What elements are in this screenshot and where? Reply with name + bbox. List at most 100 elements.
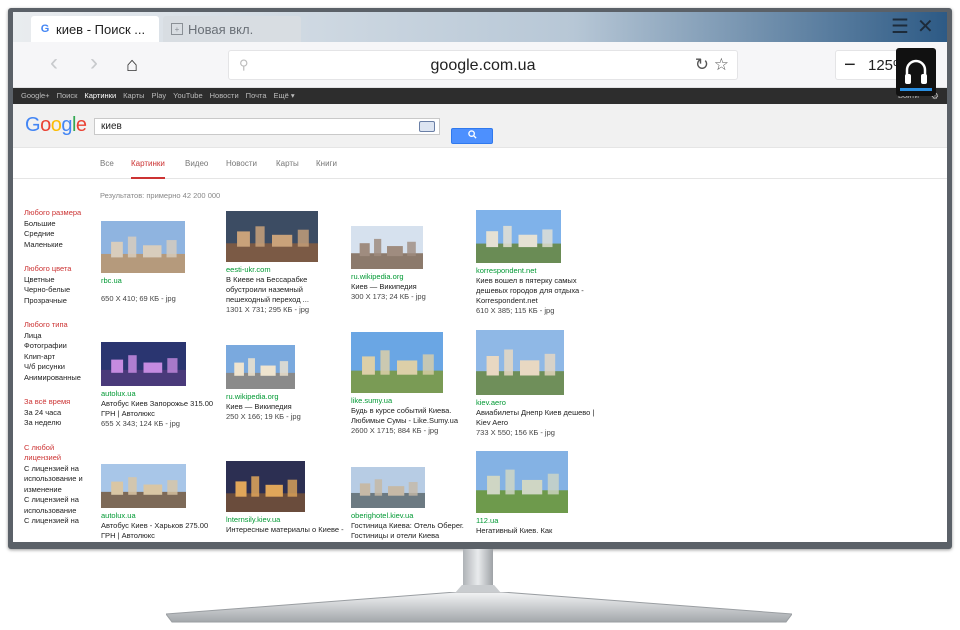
- filter-item[interactable]: С лицензией на использование и изменение: [24, 464, 90, 496]
- result-thumbnail[interactable]: [101, 221, 185, 273]
- results-count: Результатов: примерно 42 200 000: [100, 191, 221, 200]
- result-title[interactable]: Киев вошел в пятерку самых дешевых город…: [476, 276, 596, 306]
- result-meta: 610 X 385; 115 КБ - jpg: [476, 306, 555, 315]
- gbar-link[interactable]: Поиск: [57, 91, 78, 100]
- result-site-link[interactable]: kiev.aero: [476, 398, 506, 407]
- filter-item[interactable]: За 24 часа: [24, 408, 104, 419]
- filter-item[interactable]: Черно-белые: [24, 285, 104, 296]
- filter-item[interactable]: Прозрачные: [24, 296, 104, 307]
- result-site-link[interactable]: like.sumy.ua: [351, 396, 392, 405]
- result-thumbnail[interactable]: [101, 342, 186, 386]
- result-thumbnail[interactable]: [351, 226, 423, 269]
- result-title[interactable]: Негативный Киев. Как: [476, 526, 596, 536]
- tab-books[interactable]: Книги: [316, 159, 337, 168]
- tab-all[interactable]: Все: [100, 159, 114, 168]
- gbar-link[interactable]: Картинки: [84, 91, 116, 100]
- result-title[interactable]: Будь в курсе событий Киева. Любимые Сумы…: [351, 406, 471, 426]
- gbar-link[interactable]: Карты: [123, 91, 144, 100]
- reload-icon[interactable]: ↻: [695, 55, 709, 75]
- gbar-link[interactable]: Play: [152, 91, 167, 100]
- filter-item[interactable]: С лицензией на использование: [24, 495, 90, 516]
- filter-item[interactable]: Маленькие: [24, 240, 104, 251]
- result-site-link[interactable]: 112.ua: [476, 516, 498, 525]
- filter-item[interactable]: Цветные: [24, 275, 104, 286]
- gbar-link[interactable]: Google+: [21, 91, 50, 100]
- filter-item[interactable]: Средние: [24, 229, 104, 240]
- result-title[interactable]: В Киеве на Бессарабке обустроили наземны…: [226, 275, 346, 305]
- tab-strip: G киев - Поиск ... + Новая вкл. ☰ ✕: [13, 12, 947, 42]
- gbar-link[interactable]: Новости: [210, 91, 239, 100]
- url-text[interactable]: google.com.ua: [229, 57, 737, 75]
- filter-item[interactable]: Клип-арт: [24, 352, 104, 363]
- result-site-link[interactable]: lnternsily.kiev.ua: [226, 515, 280, 524]
- gbar-link[interactable]: YouTube: [173, 91, 202, 100]
- result-site-link[interactable]: eesti-ukr.com: [226, 265, 271, 274]
- result-meta: 655 X 343; 124 КБ - jpg: [101, 419, 180, 428]
- result-meta: 2600 X 1715; 884 КБ - jpg: [351, 426, 439, 435]
- filter-heading[interactable]: За всё время: [24, 397, 104, 408]
- filter-item[interactable]: Лица: [24, 331, 104, 342]
- tab-video[interactable]: Видео: [185, 159, 208, 168]
- result-thumbnail[interactable]: [476, 210, 561, 263]
- search-icon: [467, 130, 477, 139]
- filter-heading[interactable]: Любого размера: [24, 208, 104, 219]
- result-site-link[interactable]: korrespondent.net: [476, 266, 536, 275]
- result-site-link[interactable]: ru.wikipedia.org: [351, 272, 404, 281]
- tv-stand-base: [165, 591, 793, 624]
- forward-icon[interactable]: ›: [81, 51, 107, 77]
- tab-maps[interactable]: Карты: [276, 159, 299, 168]
- new-tab-icon: +: [171, 23, 183, 35]
- google-logo[interactable]: Google: [25, 114, 87, 137]
- result-thumbnail[interactable]: [226, 345, 295, 389]
- result-title[interactable]: Гостиница Киева: Отель Оберег. Гостиницы…: [351, 521, 471, 541]
- gbar-link[interactable]: Почта: [246, 91, 267, 100]
- filter-heading[interactable]: Любого типа: [24, 320, 104, 331]
- result-site-link[interactable]: oberighotel.kiev.ua: [351, 511, 413, 520]
- result-title[interactable]: Интересные материалы о Киеве -: [226, 525, 346, 535]
- result-title[interactable]: Авиабилеты Днепр Киев дешево | Kiev Aero: [476, 408, 596, 428]
- search-header: Google киев: [13, 104, 947, 148]
- result-thumbnail[interactable]: [226, 211, 318, 262]
- result-thumbnail[interactable]: [101, 464, 186, 508]
- close-icon[interactable]: ✕: [917, 17, 934, 37]
- headphones-icon[interactable]: [896, 48, 936, 96]
- result-site-link[interactable]: autolux.ua: [101, 389, 136, 398]
- tab-title: киев - Поиск ...: [56, 21, 146, 37]
- tab-new[interactable]: + Новая вкл.: [163, 16, 301, 42]
- filter-item[interactable]: С лицензией на: [24, 516, 104, 527]
- filter-heading[interactable]: С любой лицензией: [24, 443, 86, 464]
- tab-news[interactable]: Новости: [226, 159, 257, 168]
- result-title[interactable]: Автобус Киев - Харьков 275.00 ГРН | Авто…: [101, 521, 221, 541]
- filter-item[interactable]: Большие: [24, 219, 104, 230]
- address-bar[interactable]: ⚲ google.com.ua ↻ ☆: [228, 50, 738, 80]
- search-query[interactable]: киев: [101, 121, 122, 132]
- result-thumbnail[interactable]: [476, 330, 564, 395]
- bookmark-star-icon[interactable]: ☆: [714, 55, 729, 75]
- filter-item[interactable]: Ч/б рисунки: [24, 362, 104, 373]
- result-thumbnail[interactable]: [351, 332, 443, 393]
- filter-heading[interactable]: Любого цвета: [24, 264, 104, 275]
- result-site-link[interactable]: autolux.ua: [101, 511, 136, 520]
- tab-images[interactable]: Картинки: [131, 159, 165, 179]
- result-title[interactable]: Автобус Киев Запорожье 315.00 ГРН | Авто…: [101, 399, 221, 419]
- menu-icon[interactable]: ☰: [891, 17, 909, 37]
- search-input[interactable]: киев: [94, 118, 440, 135]
- home-icon[interactable]: ⌂: [119, 53, 145, 79]
- tv-display: G киев - Поиск ... + Новая вкл. ☰ ✕ ‹ › …: [0, 0, 960, 630]
- filter-item[interactable]: Анимированные: [24, 373, 104, 384]
- zoom-out-button[interactable]: −: [844, 54, 856, 77]
- result-thumbnail[interactable]: [226, 461, 305, 512]
- gbar-link[interactable]: Ещё ▾: [274, 91, 295, 100]
- filter-item[interactable]: За неделю: [24, 418, 104, 429]
- search-button[interactable]: [451, 128, 493, 144]
- keyboard-icon[interactable]: [419, 121, 435, 132]
- tab-active[interactable]: G киев - Поиск ...: [31, 16, 159, 42]
- result-thumbnail[interactable]: [476, 451, 568, 513]
- result-thumbnail[interactable]: [351, 467, 425, 508]
- result-title[interactable]: Киев — Википедия: [351, 282, 471, 292]
- result-site-link[interactable]: ru.wikipedia.org: [226, 392, 279, 401]
- filter-item[interactable]: Фотографии: [24, 341, 104, 352]
- result-title[interactable]: Киев — Википедия: [226, 402, 346, 412]
- result-site-link[interactable]: rbc.ua: [101, 276, 122, 285]
- back-icon[interactable]: ‹: [41, 51, 67, 77]
